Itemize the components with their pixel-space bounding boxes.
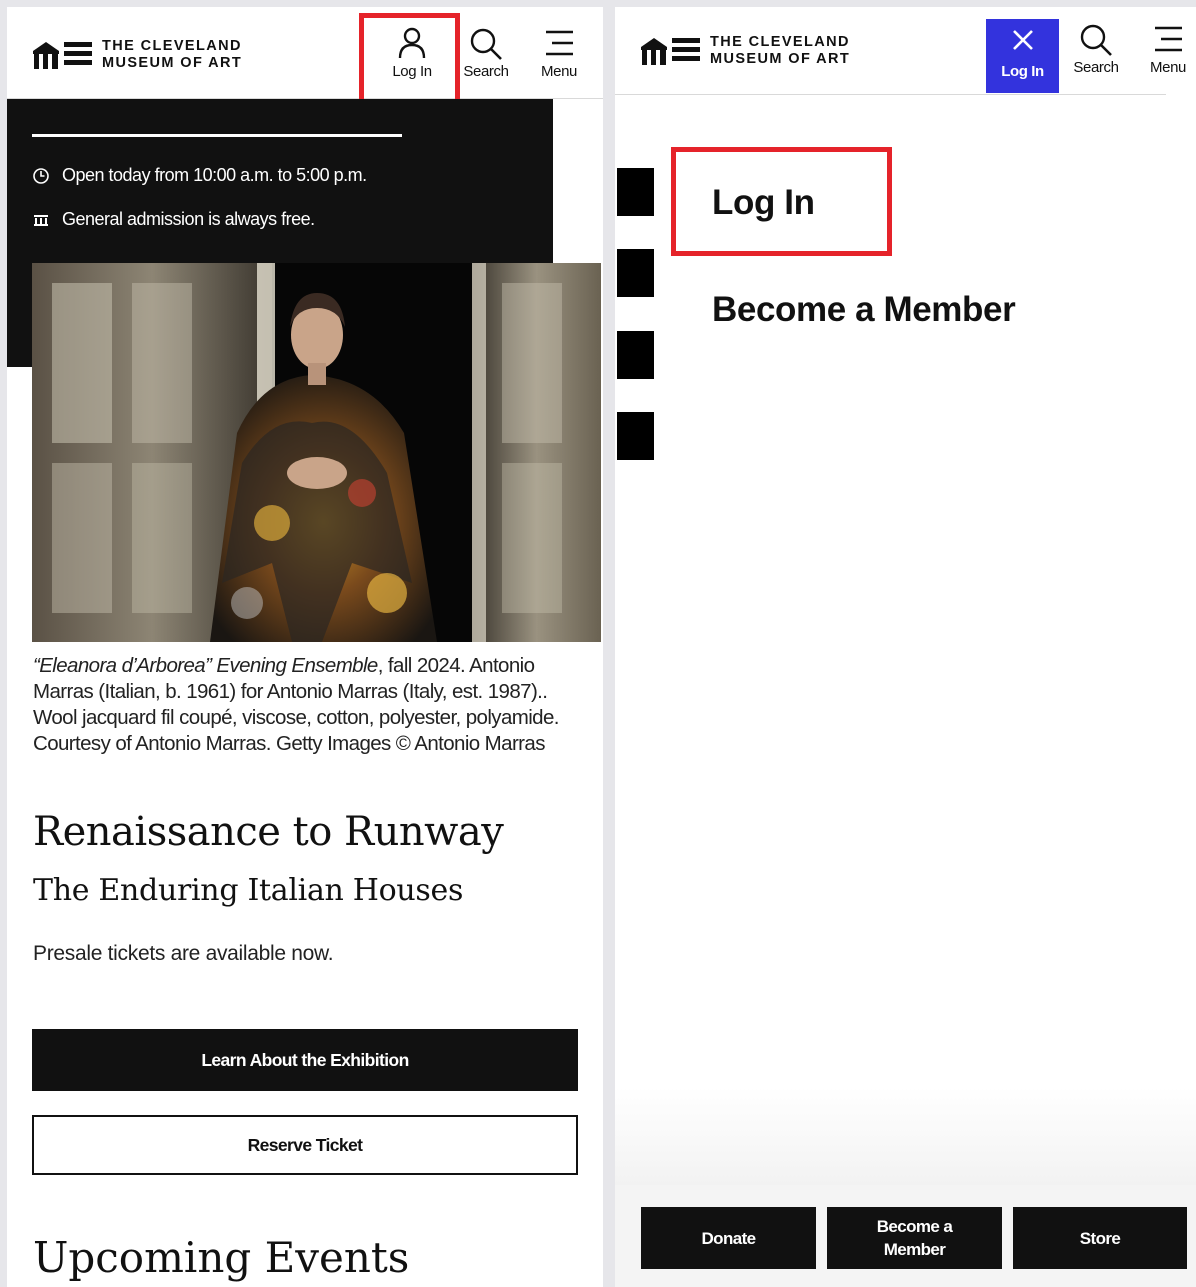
- become-member-line2: Member: [883, 1240, 946, 1259]
- side-marker: [617, 331, 654, 379]
- museum-icon: [34, 214, 48, 226]
- hero-image: [32, 263, 601, 642]
- exhibition-subtitle: The Enduring Italian Houses: [33, 873, 464, 908]
- side-marker: [617, 412, 654, 460]
- museum-logo-icon: [641, 38, 700, 65]
- hamburger-icon: [546, 30, 573, 56]
- learn-exhibition-button[interactable]: Learn About the Exhibition: [32, 1029, 578, 1091]
- image-caption: “Eleanora d’Arborea” Evening Ensemble, f…: [33, 653, 593, 757]
- admission-text: General admission is always free.: [62, 209, 315, 229]
- search-label: Search: [463, 63, 509, 80]
- hours-row: Open today from 10:00 a.m. to 5:00 p.m.: [32, 165, 367, 186]
- search-icon: [470, 28, 502, 60]
- exhibition-title: Renaissance to Runway: [33, 809, 504, 855]
- museum-logo[interactable]: THE CLEVELAND MUSEUM OF ART: [640, 34, 850, 68]
- side-marker: [617, 168, 654, 216]
- right-screen: THE CLEVELAND MUSEUM OF ART Log In Searc…: [615, 7, 1196, 1287]
- menu-button[interactable]: Menu: [524, 19, 594, 95]
- menu-button[interactable]: Menu: [1133, 15, 1196, 91]
- museum-logo[interactable]: THE CLEVELAND MUSEUM OF ART: [32, 38, 242, 72]
- menu-label: Menu: [1150, 59, 1186, 76]
- store-button[interactable]: Store: [1013, 1207, 1187, 1269]
- donate-button[interactable]: Donate: [641, 1207, 816, 1269]
- become-member-button[interactable]: Become a Member: [827, 1207, 1002, 1269]
- search-button[interactable]: Search: [1061, 15, 1131, 91]
- search-icon: [1080, 24, 1112, 56]
- hours-text: Open today from 10:00 a.m. to 5:00 p.m.: [62, 165, 367, 185]
- runway-photo: [32, 263, 601, 642]
- become-member-line1: Become a: [876, 1217, 953, 1236]
- admission-row: General admission is always free.: [32, 209, 315, 230]
- close-icon: [1012, 30, 1033, 50]
- site-header: THE CLEVELAND MUSEUM OF ART Log In Searc…: [7, 7, 603, 99]
- scroll-fade: [615, 1087, 1196, 1187]
- caption-title: “Eleanora d’Arborea” Evening Ensemble: [33, 654, 378, 677]
- clock-icon: [33, 167, 49, 184]
- login-button[interactable]: Log In: [377, 19, 447, 95]
- logo-text-line1: THE CLEVELAND: [102, 38, 242, 54]
- upcoming-events-heading: Upcoming Events: [33, 1233, 410, 1282]
- menu-item-log-in[interactable]: Log In: [712, 183, 815, 223]
- logo-text-line2: MUSEUM OF ART: [102, 55, 243, 71]
- divider: [32, 134, 402, 137]
- museum-logo-icon: [33, 42, 92, 69]
- login-label: Log In: [1001, 63, 1044, 80]
- menu-item-become-member[interactable]: Become a Member: [712, 290, 1016, 330]
- menu-label: Menu: [541, 63, 577, 80]
- footer-bar: Donate Become a Member Store: [615, 1185, 1196, 1287]
- side-marker: [617, 249, 654, 297]
- reserve-ticket-button[interactable]: Reserve Ticket: [32, 1115, 578, 1175]
- logo-text-line2: MUSEUM OF ART: [710, 51, 851, 67]
- search-label: Search: [1073, 59, 1119, 76]
- login-label: Log In: [392, 63, 432, 80]
- presale-text: Presale tickets are available now.: [33, 942, 334, 965]
- user-icon: [398, 27, 426, 59]
- logo-text-line1: THE CLEVELAND: [710, 34, 850, 50]
- close-login-button[interactable]: Log In: [986, 19, 1059, 93]
- left-screen: THE CLEVELAND MUSEUM OF ART Log In Searc…: [7, 7, 603, 1287]
- hamburger-icon: [1155, 26, 1182, 52]
- search-button[interactable]: Search: [451, 19, 521, 95]
